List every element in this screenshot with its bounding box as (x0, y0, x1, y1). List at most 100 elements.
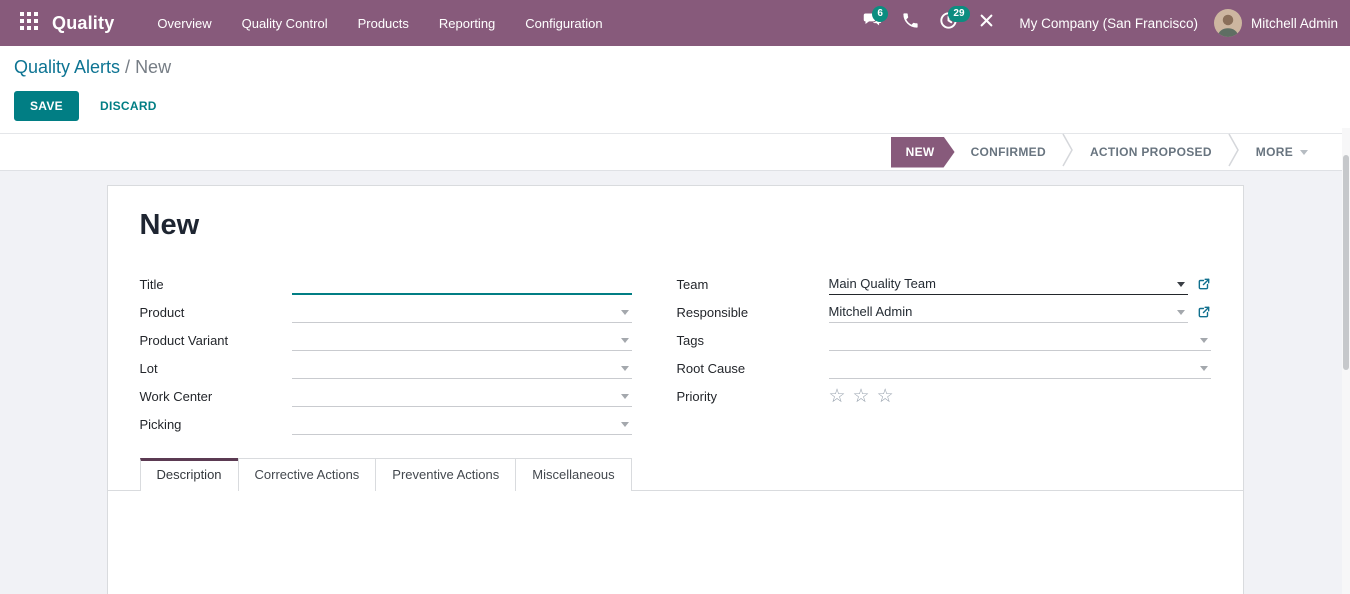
dropdown-caret-icon[interactable] (1200, 338, 1208, 343)
discard-button[interactable]: DISCARD (85, 91, 172, 121)
field-row-team: TeamMain Quality Team (677, 270, 1211, 298)
app-name[interactable]: Quality (52, 13, 114, 34)
navbar-left: Quality OverviewQuality ControlProductsR… (12, 0, 618, 46)
dropdown-caret-icon[interactable] (621, 338, 629, 343)
apps-grid-icon (20, 12, 38, 35)
stage-chevron-icon (1228, 133, 1240, 172)
dropdown-caret-icon[interactable] (621, 310, 629, 315)
field-row-product-variant: Product Variant (140, 326, 632, 354)
notebook-tabs: DescriptionCorrective ActionsPreventive … (140, 457, 1243, 490)
form-sheet: New Title Product Product Variant Lot Work C… (107, 185, 1244, 594)
dropdown-caret-icon[interactable] (1177, 282, 1185, 287)
product-variant-field[interactable] (292, 330, 632, 351)
tags-field[interactable] (829, 330, 1211, 351)
messages-button[interactable]: 6 (853, 0, 891, 46)
work-center-field[interactable] (292, 386, 632, 407)
field-label-priority: Priority (677, 389, 829, 404)
field-row-tags: Tags (677, 326, 1211, 354)
field-label-team: Team (677, 277, 829, 292)
field-row-lot: Lot (140, 354, 632, 382)
company-switcher[interactable]: My Company (San Francisco) (1019, 16, 1198, 31)
tools-icon (977, 11, 996, 35)
field-label-root-cause: Root Cause (677, 361, 829, 376)
product-field[interactable] (292, 302, 632, 323)
control-panel-buttons: SAVE DISCARD (14, 91, 1334, 121)
form-right-column: TeamMain Quality TeamResponsibleMitchell… (677, 270, 1211, 438)
activities-badge: 29 (948, 6, 969, 22)
breadcrumb: Quality Alerts / New (14, 57, 1334, 78)
record-title: New (108, 209, 1243, 242)
field-label-tags: Tags (677, 333, 829, 348)
navbar-right: 6 29 (853, 0, 1340, 46)
field-row-work-center: Work Center (140, 382, 632, 410)
dropdown-caret-icon[interactable] (621, 366, 629, 371)
menu-overview[interactable]: Overview (142, 0, 226, 46)
menu-quality-control[interactable]: Quality Control (227, 0, 343, 46)
statusbar: NEWCONFIRMED ACTION PROPOSED MORE (0, 133, 1350, 171)
field-label-work-center: Work Center (140, 389, 292, 404)
external-link-icon[interactable] (1197, 277, 1211, 291)
field-label-picking: Picking (140, 417, 292, 432)
activities-button[interactable]: 29 (929, 0, 967, 46)
field-row-root-cause: Root Cause (677, 354, 1211, 382)
menu-configuration[interactable]: Configuration (510, 0, 617, 46)
user-menu[interactable]: Mitchell Admin (1251, 16, 1338, 31)
priority-star-icon[interactable]: ☆ (829, 387, 846, 406)
field-row-product: Product (140, 298, 632, 326)
stage-pipeline: NEWCONFIRMED ACTION PROPOSED MORE (891, 134, 1324, 170)
phone-button[interactable] (891, 0, 929, 46)
menu-reporting[interactable]: Reporting (424, 0, 510, 46)
stage-confirmed[interactable]: CONFIRMED (955, 134, 1062, 170)
breadcrumb-parent-link[interactable]: Quality Alerts (14, 57, 120, 77)
form-left-column: Title Product Product Variant Lot Work Cente… (140, 270, 632, 438)
field-row-picking: Picking (140, 410, 632, 438)
tab-miscellaneous[interactable]: Miscellaneous (515, 458, 631, 491)
stage-chevron-icon (1062, 133, 1074, 172)
tab-preventive-actions[interactable]: Preventive Actions (375, 458, 516, 491)
field-row-responsible: ResponsibleMitchell Admin (677, 298, 1211, 326)
stage-action-proposed[interactable]: ACTION PROPOSED (1074, 134, 1228, 170)
field-row-title: Title (140, 270, 632, 298)
lot-field[interactable] (292, 358, 632, 379)
top-navbar: Quality OverviewQuality ControlProductsR… (0, 0, 1350, 46)
user-avatar[interactable] (1214, 9, 1242, 37)
title-field[interactable] (292, 274, 632, 295)
responsible-field[interactable]: Mitchell Admin (829, 302, 1188, 323)
dropdown-caret-icon[interactable] (621, 422, 629, 427)
root-cause-field[interactable] (829, 358, 1211, 379)
phone-icon (901, 11, 920, 35)
tab-description[interactable]: Description (140, 458, 239, 491)
save-button[interactable]: SAVE (14, 91, 79, 121)
dropdown-caret-icon[interactable] (621, 394, 629, 399)
main-menu: OverviewQuality ControlProductsReporting… (142, 0, 617, 46)
vertical-scrollbar-thumb[interactable] (1343, 155, 1349, 370)
external-link-icon[interactable] (1197, 305, 1211, 319)
dropdown-caret-icon[interactable] (1200, 366, 1208, 371)
field-label-lot: Lot (140, 361, 292, 376)
tools-button[interactable] (967, 0, 1005, 46)
dropdown-caret-icon[interactable] (1177, 310, 1185, 315)
control-panel: Quality Alerts / New SAVE DISCARD (0, 46, 1350, 133)
chevron-down-icon (1300, 150, 1308, 155)
field-label-product: Product (140, 305, 292, 320)
stage-new[interactable]: NEW (891, 137, 955, 168)
form-fields: Title Product Product Variant Lot Work Cente… (108, 270, 1243, 438)
vertical-scrollbar-track[interactable] (1342, 128, 1350, 594)
priority-star-icon[interactable]: ☆ (853, 387, 870, 406)
priority-star-icon[interactable]: ☆ (877, 387, 894, 406)
field-label-responsible: Responsible (677, 305, 829, 320)
messages-badge: 6 (872, 6, 888, 22)
priority-stars: ☆ ☆ ☆ (829, 387, 901, 406)
description-tab-content[interactable] (108, 491, 1243, 594)
breadcrumb-separator: / (120, 57, 135, 77)
stage-more-button[interactable]: MORE (1240, 134, 1324, 170)
field-row-priority: Priority☆☆☆ (677, 382, 1211, 410)
field-label-product-variant: Product Variant (140, 333, 292, 348)
picking-field[interactable] (292, 414, 632, 435)
tab-corrective-actions[interactable]: Corrective Actions (238, 458, 377, 491)
menu-products[interactable]: Products (343, 0, 424, 46)
apps-menu-button[interactable] (12, 0, 46, 46)
team-field[interactable]: Main Quality Team (829, 274, 1188, 295)
content-area: New Title Product Product Variant Lot Work C… (0, 171, 1350, 594)
breadcrumb-current: New (135, 57, 171, 77)
